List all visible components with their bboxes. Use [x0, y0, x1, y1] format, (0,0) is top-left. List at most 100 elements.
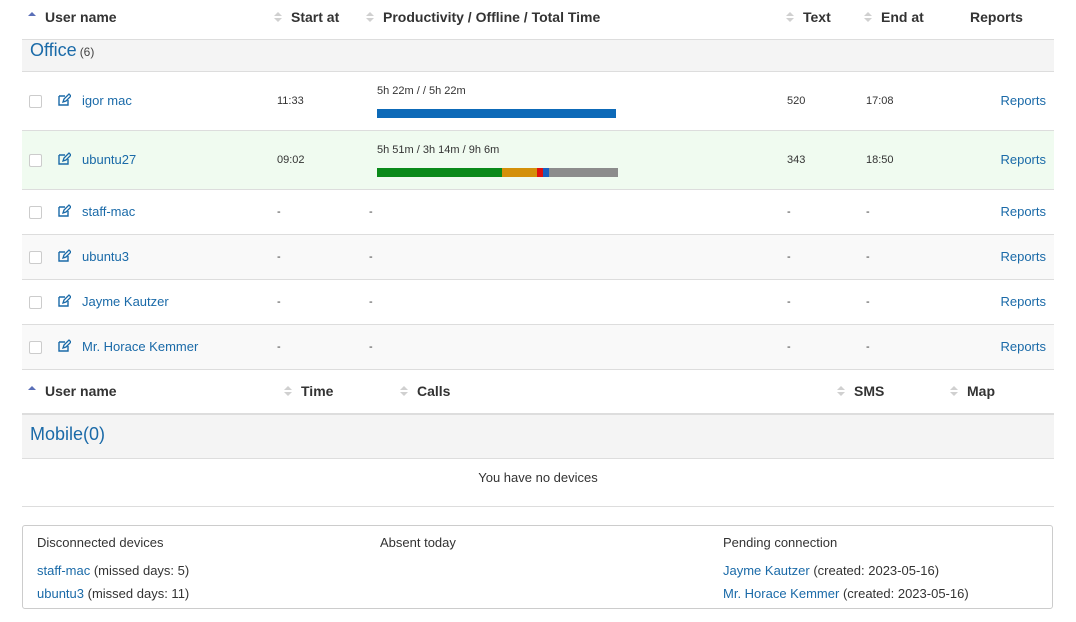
start-at: 09:02 — [277, 154, 305, 166]
user-name-link[interactable]: staff-mac — [82, 204, 135, 219]
edit-icon[interactable] — [57, 294, 71, 308]
bar-segment — [502, 168, 537, 177]
col-calls[interactable]: Calls — [400, 383, 450, 399]
sort-icon[interactable] — [400, 386, 408, 397]
pending-connection: Pending connection Jayme Kautzer (create… — [723, 535, 969, 609]
sort-icon[interactable] — [950, 386, 958, 397]
edit-icon[interactable] — [57, 204, 71, 218]
reports-link[interactable]: Reports — [1000, 339, 1046, 354]
device-link[interactable]: Mr. Horace Kemmer — [723, 586, 839, 601]
user-name-link[interactable]: ubuntu3 — [82, 249, 129, 264]
col-user-name[interactable]: User name — [28, 9, 117, 25]
productivity-text: - — [369, 296, 373, 308]
sort-icon[interactable] — [786, 12, 794, 23]
sort-asc-icon[interactable] — [28, 386, 36, 396]
user-name-link[interactable]: igor mac — [82, 93, 132, 108]
start-at: - — [277, 341, 281, 353]
device-link[interactable]: ubuntu3 — [37, 586, 84, 601]
text-count: 343 — [787, 154, 806, 166]
row-checkbox[interactable] — [29, 341, 42, 354]
text-count: 520 — [787, 95, 806, 107]
text-count: - — [787, 251, 791, 263]
productivity-text: 5h 22m / / 5h 22m — [377, 85, 466, 97]
col-productivity[interactable]: Productivity / Offline / Total Time — [366, 9, 600, 25]
row-checkbox[interactable] — [29, 251, 42, 264]
end-at: - — [866, 251, 870, 263]
device-link[interactable]: Jayme Kautzer — [723, 563, 810, 578]
row-checkbox[interactable] — [29, 154, 42, 167]
reports-link[interactable]: Reports — [1000, 93, 1046, 108]
productivity-text: - — [369, 251, 373, 263]
col-map[interactable]: Map — [950, 383, 995, 399]
productivity-bar — [377, 109, 616, 118]
edit-icon[interactable] — [57, 339, 71, 353]
sort-asc-icon[interactable] — [28, 12, 36, 22]
list-item: Mr. Horace Kemmer (created: 2023-05-16) — [723, 586, 969, 601]
row-checkbox[interactable] — [29, 296, 42, 309]
end-at: - — [866, 341, 870, 353]
row-checkbox[interactable] — [29, 206, 42, 219]
user-name-link[interactable]: ubuntu27 — [82, 152, 136, 167]
col-reports: Reports — [970, 9, 1023, 25]
device-note: (missed days: 11) — [87, 586, 190, 601]
bar-segment — [377, 109, 616, 118]
end-at: 17:08 — [866, 95, 894, 107]
table-row: ubuntu27 09:02 5h 51m / 3h 14m / 9h 6m 3… — [22, 131, 1054, 190]
edit-icon[interactable] — [57, 249, 71, 263]
device-note: (created: 2023-05-16) — [813, 563, 940, 578]
devices-panel: User name Start at Productivity / Offlin… — [22, 0, 1054, 507]
productivity-text: - — [369, 341, 373, 353]
sort-icon[interactable] — [274, 12, 282, 23]
bar-segment — [377, 168, 502, 177]
group-name: Mobile — [30, 424, 84, 444]
col-end-at[interactable]: End at — [864, 9, 924, 25]
start-at: 11:33 — [277, 95, 304, 107]
table-row: ubuntu3 - - - - Reports — [22, 235, 1054, 280]
reports-link[interactable]: Reports — [1000, 249, 1046, 264]
group-name: Office — [30, 40, 77, 60]
sort-icon[interactable] — [284, 386, 292, 397]
table-row: staff-mac - - - - Reports — [22, 190, 1054, 235]
col-time[interactable]: Time — [284, 383, 333, 399]
col-sms[interactable]: SMS — [837, 383, 884, 399]
disconnected-title: Disconnected devices — [37, 535, 164, 550]
col-text[interactable]: Text — [786, 9, 831, 25]
list-item: Jayme Kautzer (created: 2023-05-16) — [723, 563, 969, 578]
reports-link[interactable]: Reports — [1000, 294, 1046, 309]
edit-icon[interactable] — [57, 93, 71, 107]
col-start-at[interactable]: Start at — [274, 9, 339, 25]
table-row: Jayme Kautzer - - - - Reports — [22, 280, 1054, 325]
absent-title: Absent today — [380, 535, 456, 550]
summary-panel: Disconnected devices staff-mac (missed d… — [22, 525, 1053, 609]
start-at: - — [277, 251, 281, 263]
reports-link[interactable]: Reports — [1000, 204, 1046, 219]
row-checkbox[interactable] — [29, 95, 42, 108]
mobile-table-header: User name Time Calls SMS Map — [22, 370, 1054, 415]
edit-icon[interactable] — [57, 152, 71, 166]
sort-icon[interactable] — [366, 12, 374, 23]
user-name-link[interactable]: Mr. Horace Kemmer — [82, 339, 198, 354]
col-user-name[interactable]: User name — [28, 383, 117, 399]
reports-link[interactable]: Reports — [1000, 152, 1046, 167]
text-count: - — [787, 341, 791, 353]
productivity-bar — [377, 168, 618, 177]
table-row: Mr. Horace Kemmer - - - - Reports — [22, 325, 1054, 370]
start-at: - — [277, 296, 281, 308]
office-table-header: User name Start at Productivity / Offlin… — [22, 0, 1054, 40]
bar-segment — [549, 168, 618, 177]
sort-icon[interactable] — [864, 12, 872, 23]
start-at: - — [277, 206, 281, 218]
group-count: (6) — [79, 45, 95, 59]
absent-today: Absent today — [380, 535, 456, 563]
group-office: Office (6) — [22, 40, 1054, 72]
device-link[interactable]: staff-mac — [37, 563, 90, 578]
list-item: ubuntu3 (missed days: 11) — [37, 586, 189, 601]
sort-icon[interactable] — [837, 386, 845, 397]
end-at: - — [866, 296, 870, 308]
device-note: (missed days: 5) — [93, 563, 190, 578]
end-at: 18:50 — [866, 154, 894, 166]
user-name-link[interactable]: Jayme Kautzer — [82, 294, 169, 309]
group-mobile: Mobile(0) — [22, 415, 1054, 459]
end-at: - — [866, 206, 870, 218]
text-count: - — [787, 296, 791, 308]
